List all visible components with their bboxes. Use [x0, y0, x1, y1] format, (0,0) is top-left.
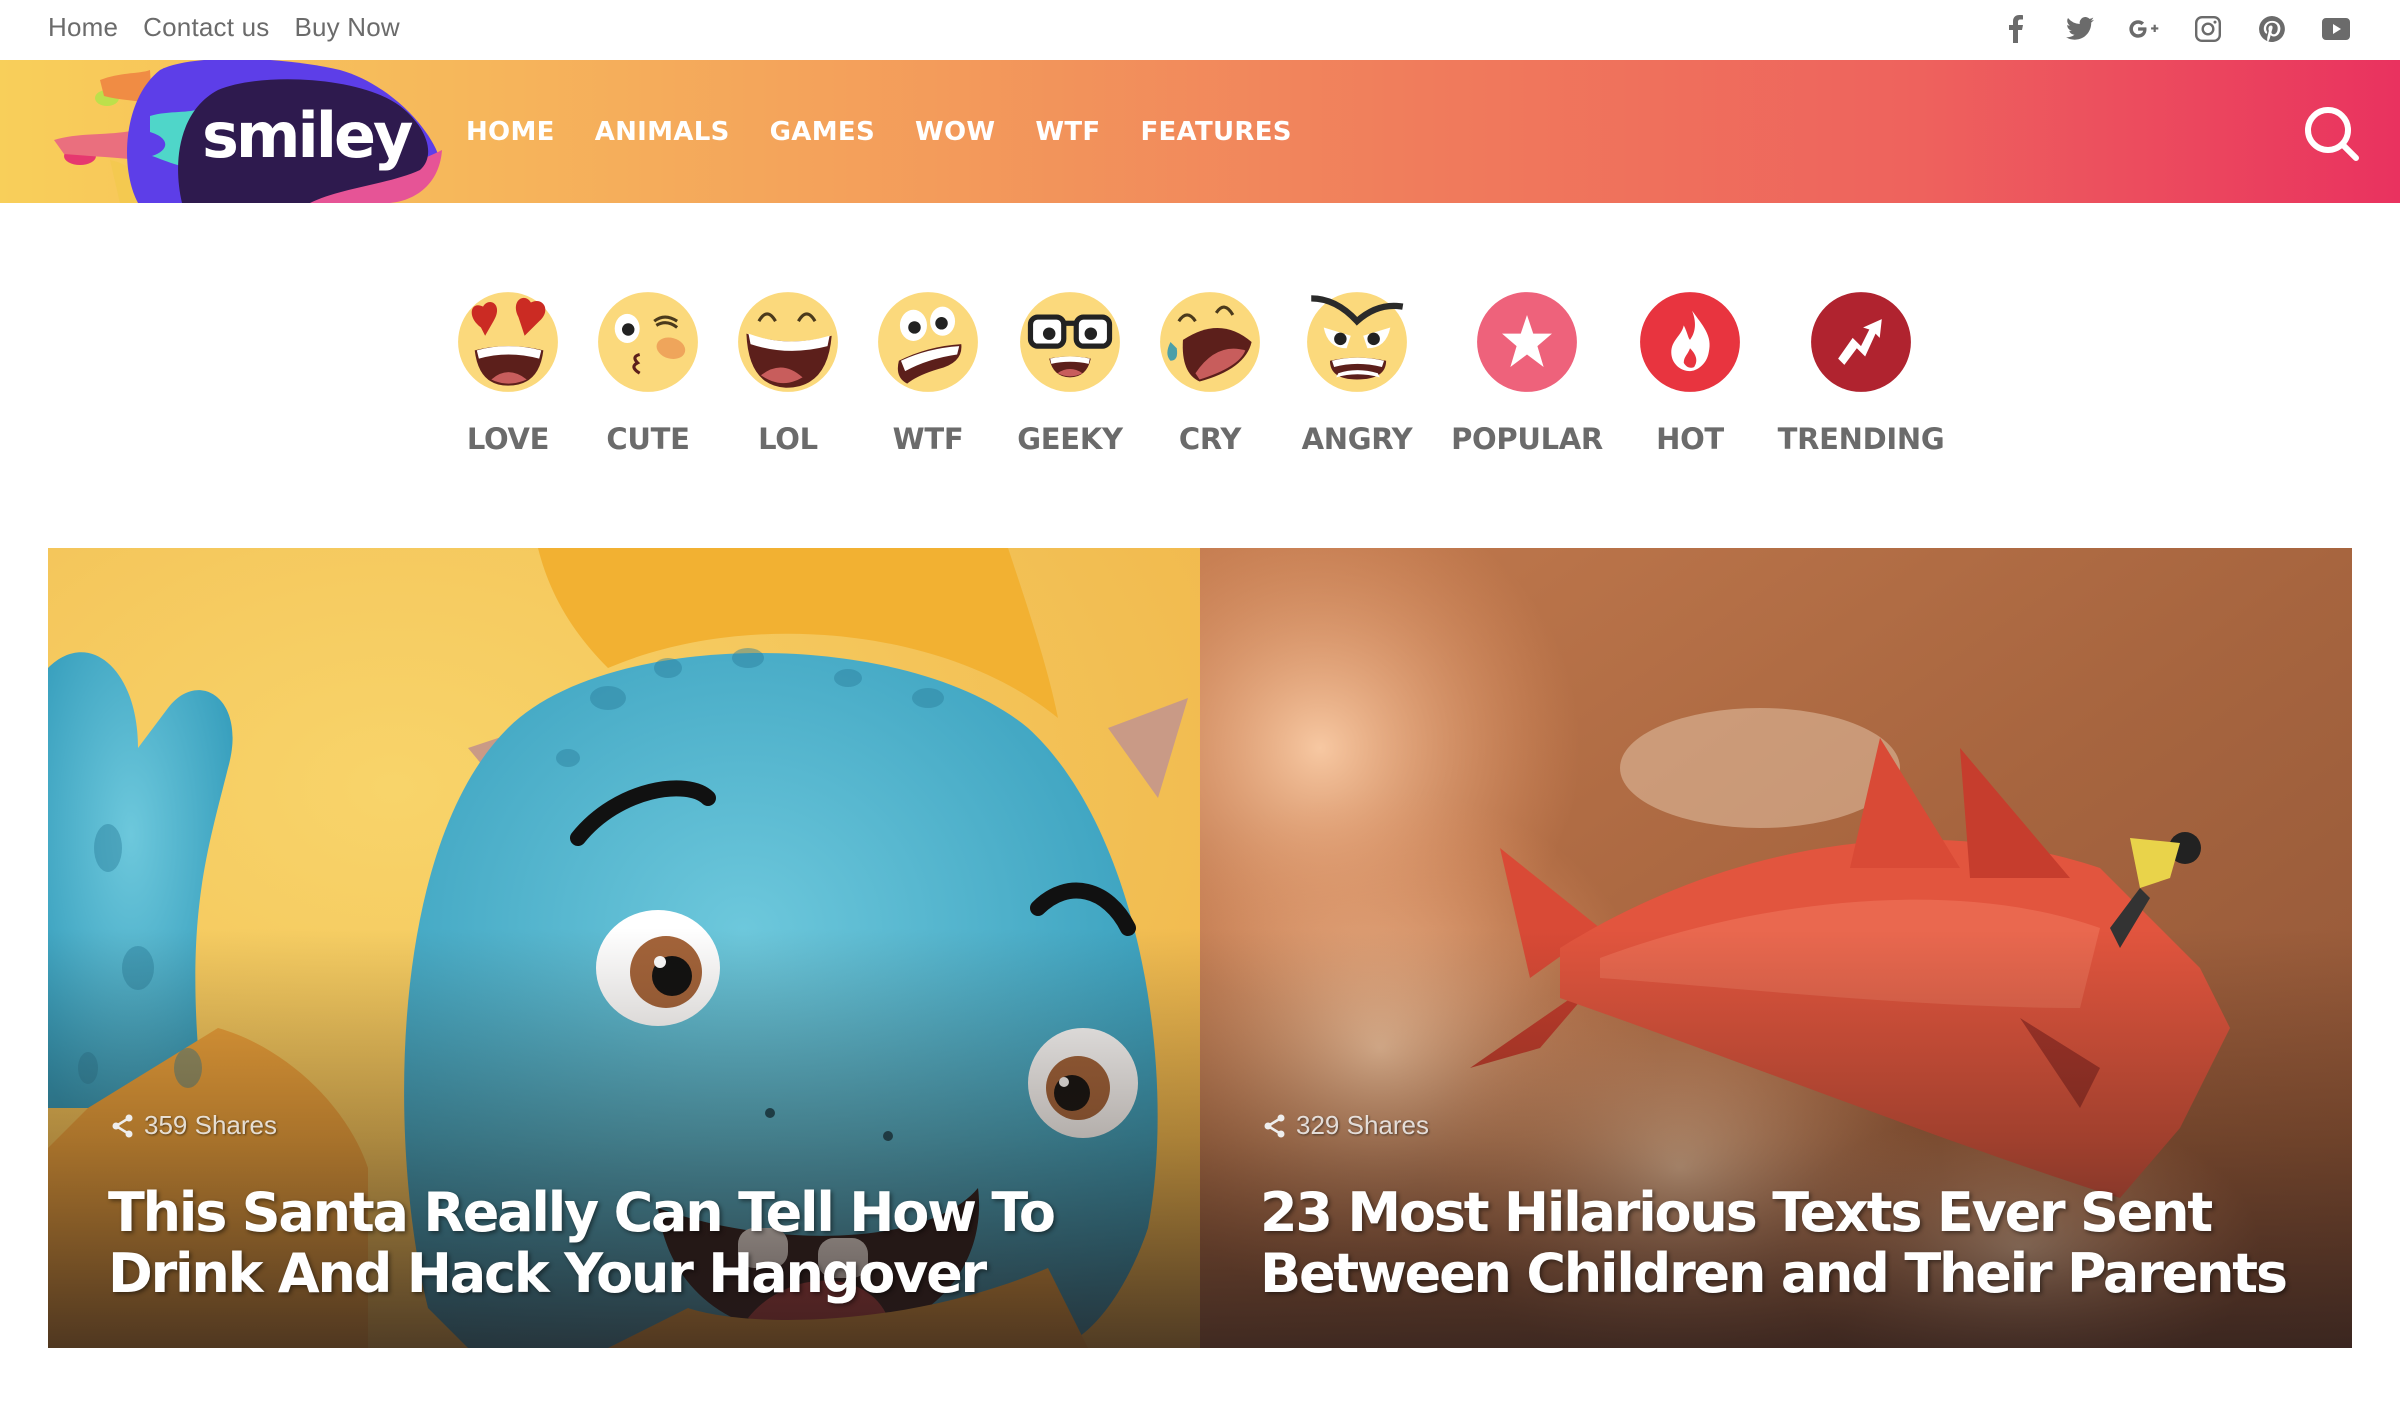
cute-emoji-icon [598, 292, 698, 392]
nav-animals[interactable]: ANIMALS [595, 117, 730, 147]
youtube-icon[interactable] [2320, 13, 2352, 45]
reaction-angry[interactable]: ANGRY [1267, 290, 1447, 456]
google-plus-icon[interactable] [2128, 13, 2160, 45]
facebook-icon[interactable] [2000, 13, 2032, 45]
reaction-label: TRENDING [1777, 422, 1945, 456]
instagram-icon[interactable] [2192, 13, 2224, 45]
share-icon [112, 1114, 133, 1137]
twitter-icon[interactable] [2064, 13, 2096, 45]
nav-features[interactable]: FEATURES [1140, 117, 1291, 147]
share-icon [1264, 1114, 1285, 1137]
cry-emoji-icon [1160, 292, 1260, 392]
share-count: 329 Shares [1262, 1110, 1429, 1141]
flame-icon [1640, 292, 1740, 392]
reaction-trending[interactable]: TRENDING [1771, 290, 1951, 456]
angry-emoji-icon [1307, 292, 1407, 392]
social-links [2000, 13, 2352, 45]
top-bar: Home Contact us Buy Now [0, 0, 2400, 60]
top-link-contact-us[interactable]: Contact us [143, 12, 269, 43]
top-links: Home Contact us Buy Now [48, 12, 400, 43]
geeky-emoji-icon [1020, 292, 1120, 392]
smiley-logo[interactable]: smiley [40, 60, 460, 203]
post-title[interactable]: 23 Most Hilarious Texts Ever Sent Betwee… [1260, 1182, 2320, 1304]
logo-text: smiley [202, 99, 413, 172]
wtf-emoji-icon [878, 292, 978, 392]
reaction-popular[interactable]: POPULAR [1437, 290, 1617, 456]
share-count-text: 359 Shares [144, 1110, 277, 1140]
search-icon[interactable] [2300, 102, 2364, 166]
reaction-hot[interactable]: HOT [1600, 290, 1780, 456]
lol-emoji-icon [738, 292, 838, 392]
post-title[interactable]: This Santa Really Can Tell How To Drink … [108, 1182, 1168, 1304]
reaction-label: ANGRY [1301, 422, 1413, 456]
nav-games[interactable]: GAMES [770, 117, 875, 147]
share-count: 359 Shares [110, 1110, 277, 1141]
trending-arrow-icon [1811, 292, 1911, 392]
top-link-buy-now[interactable]: Buy Now [294, 12, 399, 43]
featured-posts: 359 Shares This Santa Really Can Tell Ho… [48, 548, 2352, 1348]
pinterest-icon[interactable] [2256, 13, 2288, 45]
nav-wtf[interactable]: WTF [1035, 117, 1100, 147]
share-count-text: 329 Shares [1296, 1110, 1429, 1140]
star-icon [1477, 292, 1577, 392]
reaction-categories: LOVE CUTE LOL WTF GEEKY CRY ANGRY POPULA… [0, 290, 2400, 470]
top-link-home[interactable]: Home [48, 12, 118, 43]
reaction-label: HOT [1656, 422, 1724, 456]
main-nav: HOME ANIMALS GAMES WOW WTF FEATURES [466, 60, 1292, 203]
reaction-label: POPULAR [1451, 422, 1603, 456]
post-card[interactable]: 359 Shares This Santa Really Can Tell Ho… [48, 548, 1200, 1348]
nav-wow[interactable]: WOW [915, 117, 995, 147]
nav-home[interactable]: HOME [466, 117, 555, 147]
site-header: smiley HOME ANIMALS GAMES WOW WTF FEATUR… [0, 60, 2400, 203]
post-card[interactable]: 329 Shares 23 Most Hilarious Texts Ever … [1200, 548, 2352, 1348]
love-emoji-icon [458, 292, 558, 392]
